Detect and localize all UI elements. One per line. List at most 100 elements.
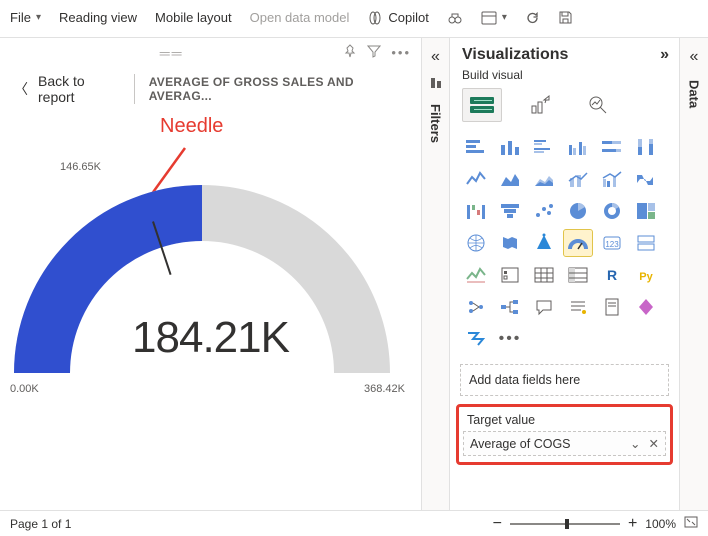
zoom-out-button[interactable]: − [493,515,502,533]
target-value-section-highlighted: Target value Average of COGS ⌄ ✕ [456,404,673,465]
line-clustered-column-icon[interactable] [598,166,626,192]
format-visual-tab[interactable] [520,88,560,122]
matrix-icon[interactable] [564,262,592,288]
viz-pane-header: Visualizations » [450,38,679,66]
zoom-control: − + 100% [493,515,698,533]
azure-map-icon[interactable] [530,230,558,256]
filters-badge-icon [429,76,443,90]
fields-icon [468,94,496,116]
filled-map-icon[interactable] [496,230,524,256]
chart-area[interactable]: Needle 146.65K 184.21K 0.00K 368.42K [0,113,421,510]
map-icon[interactable] [462,230,490,256]
line-chart-icon[interactable] [462,166,490,192]
card-icon[interactable]: 123 [598,230,626,256]
smart-narrative-icon[interactable] [564,294,592,320]
zoom-slider[interactable] [510,523,620,525]
add-data-fields-well[interactable]: Add data fields here [460,364,669,396]
chevron-left-icon: 〈 [14,79,28,99]
line-stacked-column-icon[interactable] [564,166,592,192]
gauge-value: 184.21K [0,313,421,363]
clustered-bar-icon[interactable] [530,134,558,160]
copilot-button[interactable]: Copilot [367,10,428,26]
hundred-stacked-column-icon[interactable] [632,134,660,160]
scatter-icon[interactable] [530,198,558,224]
open-data-model-button: Open data model [250,10,350,25]
drag-handle-icon[interactable]: ══ [160,45,184,61]
view-options-button[interactable]: ▾ [481,11,507,25]
target-value-field[interactable]: Average of COGS ⌄ ✕ [463,431,666,456]
hundred-stacked-bar-icon[interactable] [598,134,626,160]
clustered-column-icon[interactable] [564,134,592,160]
paginated-report-icon[interactable] [598,294,626,320]
layout-icon [481,11,497,25]
more-visuals-icon[interactable]: ••• [496,326,524,352]
data-pane-collapsed[interactable]: « Data [680,38,708,510]
zoom-in-button[interactable]: + [628,515,637,533]
workspace: ══ ••• 〈 Back to report AVERAGE OF GROSS… [0,38,708,510]
needle-annotation: Needle [160,115,223,138]
slicer-icon[interactable] [496,262,524,288]
back-to-report-button[interactable]: 〈 Back to report [14,73,120,105]
refresh-icon [525,10,540,25]
chevron-down-icon: ▾ [502,12,507,23]
refresh-button[interactable] [525,10,540,25]
viz-pane-subtitle: Build visual [450,66,679,88]
chevron-down-icon[interactable]: ⌄ [630,436,640,451]
funnel-icon[interactable] [496,198,524,224]
table-icon[interactable] [530,262,558,288]
visual-header: ══ ••• [0,38,421,65]
area-chart-icon[interactable] [496,166,524,192]
decomposition-tree-icon[interactable] [496,294,524,320]
donut-icon[interactable] [598,198,626,224]
file-menu[interactable]: File ▾ [10,10,41,25]
multi-row-card-icon[interactable] [632,230,660,256]
search-button[interactable] [447,10,463,26]
page-indicator: Page 1 of 1 [10,517,71,531]
zoom-percent: 100% [645,517,676,531]
report-canvas: ══ ••• 〈 Back to report AVERAGE OF GROSS… [0,38,422,510]
gauge-icon[interactable] [564,230,592,256]
expand-filters-icon[interactable]: « [431,48,440,66]
stacked-column-icon[interactable] [496,134,524,160]
power-automate-icon[interactable] [462,326,490,352]
pie-icon[interactable] [564,198,592,224]
svg-text:Py: Py [639,271,653,283]
pin-icon[interactable] [343,44,357,61]
filter-icon[interactable] [367,44,381,61]
reading-view-button[interactable]: Reading view [59,10,137,25]
visual-type-grid: 123 R Py ••• [450,128,679,358]
remove-field-icon[interactable]: ✕ [649,436,659,451]
power-apps-icon[interactable] [632,294,660,320]
copilot-icon [367,10,383,26]
python-visual-icon[interactable]: Py [632,262,660,288]
build-visual-tab[interactable] [462,88,502,122]
filters-pane-collapsed[interactable]: « Filters [422,38,450,510]
analytics-icon [587,94,609,116]
r-visual-icon[interactable]: R [598,262,626,288]
divider [134,74,135,104]
mobile-layout-button[interactable]: Mobile layout [155,10,232,25]
qa-visual-icon[interactable] [530,294,558,320]
ribbon-chart-icon[interactable] [632,166,660,192]
format-icon [529,94,551,116]
fit-to-page-icon[interactable] [684,516,698,531]
treemap-icon[interactable] [632,198,660,224]
stacked-bar-icon[interactable] [462,134,490,160]
analytics-tab[interactable] [578,88,618,122]
collapse-viz-icon[interactable]: » [660,46,669,64]
kpi-icon[interactable] [462,262,490,288]
save-button[interactable] [558,10,573,25]
visual-title-row: 〈 Back to report AVERAGE OF GROSS SALES … [0,65,421,113]
target-value-label: Target value [463,411,666,431]
svg-text:123: 123 [605,240,619,249]
chart-title: AVERAGE OF GROSS SALES AND AVERAG... [149,75,407,103]
key-influencers-icon[interactable] [462,294,490,320]
filters-label: Filters [428,104,443,143]
top-ribbon: File ▾ Reading view Mobile layout Open d… [0,0,708,38]
visualizations-pane: Visualizations » Build visual [450,38,680,510]
more-options-icon[interactable]: ••• [391,45,411,60]
gauge-min-label: 0.00K [10,383,39,395]
waterfall-icon[interactable] [462,198,490,224]
expand-data-icon[interactable]: « [690,48,699,66]
stacked-area-icon[interactable] [530,166,558,192]
